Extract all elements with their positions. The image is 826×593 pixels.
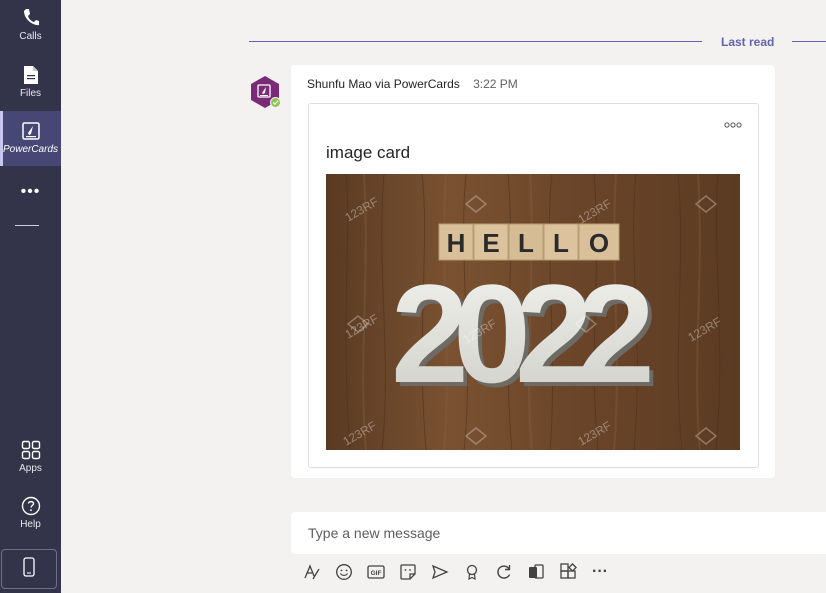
presence-available-icon — [270, 97, 281, 108]
message-input[interactable] — [291, 512, 826, 554]
powercards-icon — [21, 121, 41, 141]
chat-pane: Last read Shunfu Mao via PowerCards 3:22… — [61, 0, 826, 593]
svg-text:GIF: GIF — [371, 570, 382, 577]
approvals-button[interactable] — [520, 561, 552, 583]
gif-icon: GIF — [367, 564, 385, 580]
more-apps-button[interactable]: ••• — [0, 183, 61, 201]
mobile-device-button[interactable] — [1, 549, 57, 589]
compose-toolbar: GIF ··· — [296, 561, 616, 583]
apps-icon — [559, 563, 577, 581]
apps-icon — [21, 440, 41, 460]
svg-text:L: L — [518, 228, 534, 258]
card-more-options-icon[interactable] — [724, 117, 742, 128]
compose-box[interactable] — [291, 512, 826, 554]
svg-text:O: O — [589, 228, 609, 258]
adaptive-card: image card H E L L O 2 0 2 2 2 0 2 2 123… — [308, 103, 759, 468]
rail-item-label: Calls — [19, 31, 42, 42]
app-rail: Calls Files PowerCards ••• Apps Help — [0, 0, 61, 593]
message-author: Shunfu Mao via PowerCards — [307, 77, 460, 91]
last-read-divider-right — [792, 41, 826, 42]
message-header: Shunfu Mao via PowerCards 3:22 PM — [307, 77, 518, 91]
sticker-button[interactable] — [392, 561, 424, 583]
rail-divider — [15, 225, 39, 226]
rail-item-label: Apps — [19, 463, 42, 474]
last-read-label: Last read — [721, 35, 775, 49]
rail-item-apps[interactable]: Apps — [0, 440, 61, 480]
svg-text:L: L — [553, 228, 569, 258]
praise-icon — [463, 563, 481, 581]
approvals-icon — [527, 563, 545, 581]
rail-item-files[interactable]: Files — [0, 65, 61, 105]
svg-text:2: 2 — [577, 255, 655, 412]
sticker-icon — [399, 563, 417, 581]
more-options-icon: ··· — [592, 563, 608, 580]
rail-item-label: Help — [20, 519, 41, 530]
more-apps-toolbar-button[interactable] — [552, 561, 584, 583]
file-icon — [23, 65, 39, 85]
chat-message[interactable]: Shunfu Mao via PowerCards 3:22 PM image … — [291, 65, 775, 478]
help-icon — [21, 496, 41, 516]
svg-text:H: H — [447, 228, 466, 258]
last-read-divider — [249, 41, 702, 42]
emoji-button[interactable] — [328, 561, 360, 583]
card-title: image card — [326, 143, 411, 162]
svg-text:E: E — [482, 228, 499, 258]
gif-button[interactable]: GIF — [360, 561, 392, 583]
message-timestamp: 3:22 PM — [473, 77, 518, 91]
emoji-icon — [335, 563, 353, 581]
rail-item-powercards[interactable]: PowerCards — [0, 111, 61, 166]
mobile-phone-icon — [23, 556, 35, 582]
card-image[interactable]: H E L L O 2 0 2 2 2 0 2 2 123RF 123RF 12… — [326, 174, 740, 450]
praise-button[interactable] — [456, 561, 488, 583]
send-arrow-icon — [431, 563, 449, 581]
rail-item-label: PowerCards — [2, 144, 59, 155]
loop-button[interactable] — [488, 561, 520, 583]
more-options-button[interactable]: ··· — [584, 561, 616, 583]
phone-icon — [22, 8, 40, 28]
format-icon — [303, 563, 321, 581]
rail-item-label: Files — [19, 88, 42, 99]
rail-item-help[interactable]: Help — [0, 496, 61, 536]
loop-icon — [495, 563, 513, 581]
rail-item-calls[interactable]: Calls — [0, 8, 61, 48]
meet-now-button[interactable] — [424, 561, 456, 583]
format-button[interactable] — [296, 561, 328, 583]
